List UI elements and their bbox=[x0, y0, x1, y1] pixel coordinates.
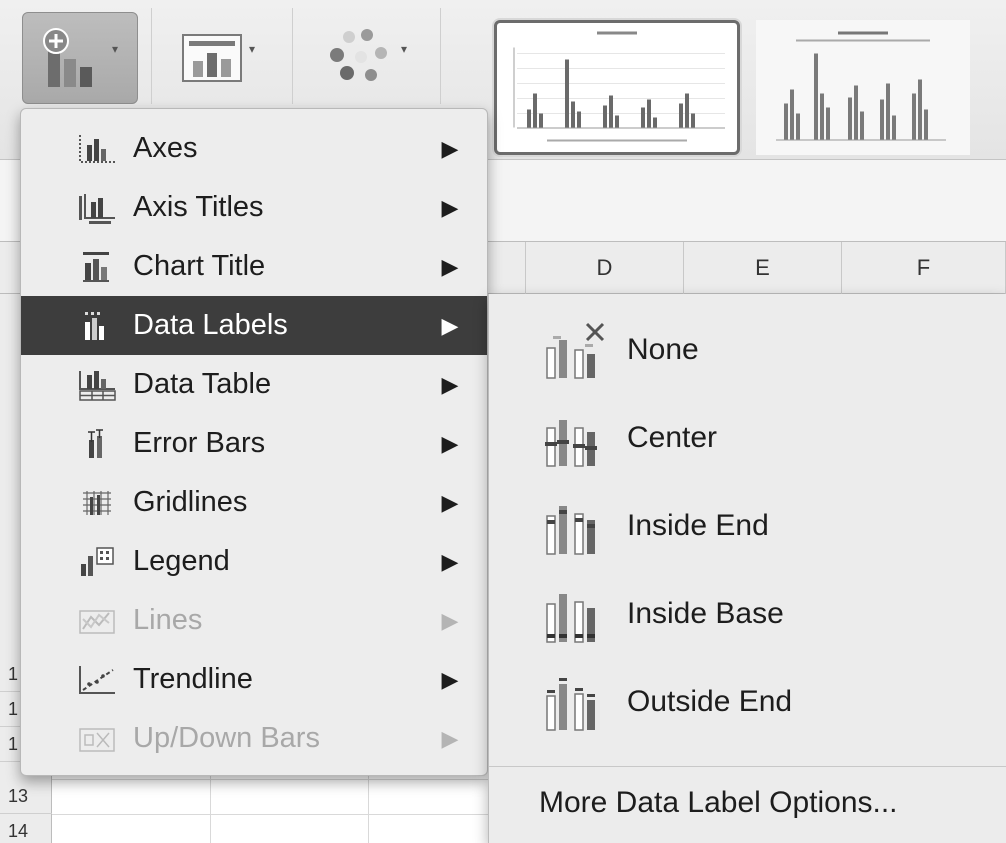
submenu-item-label: Center bbox=[627, 421, 718, 454]
menu-item-chart-title[interactable]: Chart Title ▶ bbox=[21, 237, 487, 296]
data-label-inside-end-icon bbox=[546, 506, 595, 555]
submenu-arrow-icon: ▶ bbox=[441, 371, 459, 397]
submenu-item-label: None bbox=[627, 333, 699, 366]
more-data-label-options[interactable]: More Data Label Options... bbox=[539, 786, 898, 820]
menu-item-data-table[interactable]: Data Table ▶ bbox=[21, 355, 487, 414]
submenu-arrow-icon: ▶ bbox=[441, 312, 459, 338]
submenu-arrow-icon: ▶ bbox=[441, 548, 459, 574]
gridlines-icon bbox=[73, 487, 121, 519]
menu-item-label: Gridlines bbox=[133, 486, 248, 518]
ribbon-separator bbox=[292, 8, 293, 104]
menu-item-trendline[interactable]: Trendline ▶ bbox=[21, 650, 487, 709]
dropdown-arrow-icon: ▾ bbox=[400, 42, 408, 56]
data-label-center-icon bbox=[545, 420, 597, 467]
chart-style-preview bbox=[513, 31, 725, 142]
menu-item-label: Legend bbox=[133, 545, 230, 577]
axis-titles-icon bbox=[73, 192, 121, 224]
submenu-arrow-icon: ▶ bbox=[441, 253, 459, 279]
menu-item-label: Axes bbox=[133, 132, 198, 164]
data-label-inside-base-icon bbox=[546, 594, 595, 643]
menu-item-data-labels[interactable]: Data Labels ▶ bbox=[21, 296, 487, 355]
data-label-none-icon bbox=[546, 322, 605, 379]
quick-layout-icon bbox=[181, 34, 242, 82]
dropdown-arrow-icon: ▾ bbox=[248, 42, 256, 56]
chart-title-icon bbox=[73, 251, 121, 283]
add-chart-element-icon bbox=[42, 28, 92, 87]
column-header-e[interactable]: E bbox=[684, 242, 842, 294]
submenu-item-inside-end[interactable]: Inside End bbox=[489, 486, 1006, 566]
chart-style-preview bbox=[776, 31, 946, 141]
legend-icon bbox=[73, 546, 121, 578]
column-header-d[interactable]: D bbox=[526, 242, 684, 294]
menu-item-label: Trendline bbox=[133, 663, 253, 695]
submenu-arrow-icon: ▶ bbox=[441, 430, 459, 456]
chart-style-thumbnail-1[interactable] bbox=[494, 20, 740, 155]
submenu-arrow-icon: ▶ bbox=[441, 489, 459, 515]
submenu-item-label: Inside End bbox=[627, 509, 769, 542]
menu-item-label: Up/Down Bars bbox=[133, 722, 320, 754]
menu-item-label: Error Bars bbox=[133, 427, 266, 459]
submenu-item-outside-end[interactable]: Outside End bbox=[489, 662, 1006, 742]
submenu-item-label: Outside End bbox=[627, 685, 793, 718]
dropdown-arrow-icon: ▾ bbox=[111, 42, 119, 56]
trendline-icon bbox=[73, 664, 121, 696]
submenu-arrow-icon: ▶ bbox=[441, 135, 459, 161]
menu-item-up-down-bars: Up/Down Bars ▶ bbox=[21, 709, 487, 768]
ribbon-separator bbox=[151, 8, 152, 104]
submenu-separator bbox=[489, 766, 1006, 767]
menu-item-legend[interactable]: Legend ▶ bbox=[21, 532, 487, 591]
add-chart-element-menu: Axes ▶ Axis Titles ▶ Chart Title ▶ Data … bbox=[20, 108, 488, 776]
submenu-item-none[interactable]: None bbox=[489, 310, 1006, 390]
chart-style-thumbnail-2[interactable] bbox=[756, 20, 970, 155]
ribbon-separator bbox=[440, 8, 441, 104]
lines-icon bbox=[73, 605, 121, 637]
data-labels-icon bbox=[73, 310, 121, 342]
menu-item-axis-titles[interactable]: Axis Titles ▶ bbox=[21, 178, 487, 237]
data-labels-submenu: None Center Inside End Inside Base Outsi… bbox=[488, 294, 1006, 843]
menu-item-lines: Lines ▶ bbox=[21, 591, 487, 650]
menu-item-error-bars[interactable]: Error Bars ▶ bbox=[21, 414, 487, 473]
submenu-arrow-icon: ▶ bbox=[441, 194, 459, 220]
change-colors-button[interactable]: ▾ bbox=[305, 12, 429, 104]
add-chart-element-button[interactable]: ▾ bbox=[22, 12, 138, 104]
row-header-14[interactable]: 14 bbox=[0, 814, 52, 843]
menu-item-gridlines[interactable]: Gridlines ▶ bbox=[21, 473, 487, 532]
error-bars-icon bbox=[73, 428, 121, 460]
submenu-arrow-icon: ▶ bbox=[441, 666, 459, 692]
up-down-bars-icon bbox=[73, 723, 121, 755]
row-header-13[interactable]: 13 bbox=[0, 779, 52, 814]
change-colors-icon bbox=[329, 29, 387, 81]
menu-item-axes[interactable]: Axes ▶ bbox=[21, 119, 487, 178]
submenu-item-label: Inside Base bbox=[627, 597, 784, 630]
submenu-item-inside-base[interactable]: Inside Base bbox=[489, 574, 1006, 654]
data-table-icon bbox=[73, 369, 121, 401]
menu-item-label: Axis Titles bbox=[133, 191, 264, 223]
menu-item-label: Data Labels bbox=[133, 309, 288, 341]
menu-item-label: Chart Title bbox=[133, 250, 266, 282]
axes-icon bbox=[73, 133, 121, 165]
submenu-item-center[interactable]: Center bbox=[489, 398, 1006, 478]
quick-layout-button[interactable]: ▾ bbox=[158, 12, 278, 104]
submenu-arrow-icon: ▶ bbox=[441, 607, 459, 633]
submenu-arrow-icon: ▶ bbox=[441, 725, 459, 751]
data-label-outside-end-icon bbox=[546, 678, 595, 731]
column-header-f[interactable]: F bbox=[842, 242, 1006, 294]
menu-item-label: Data Table bbox=[133, 368, 272, 400]
menu-item-label: Lines bbox=[133, 604, 203, 636]
